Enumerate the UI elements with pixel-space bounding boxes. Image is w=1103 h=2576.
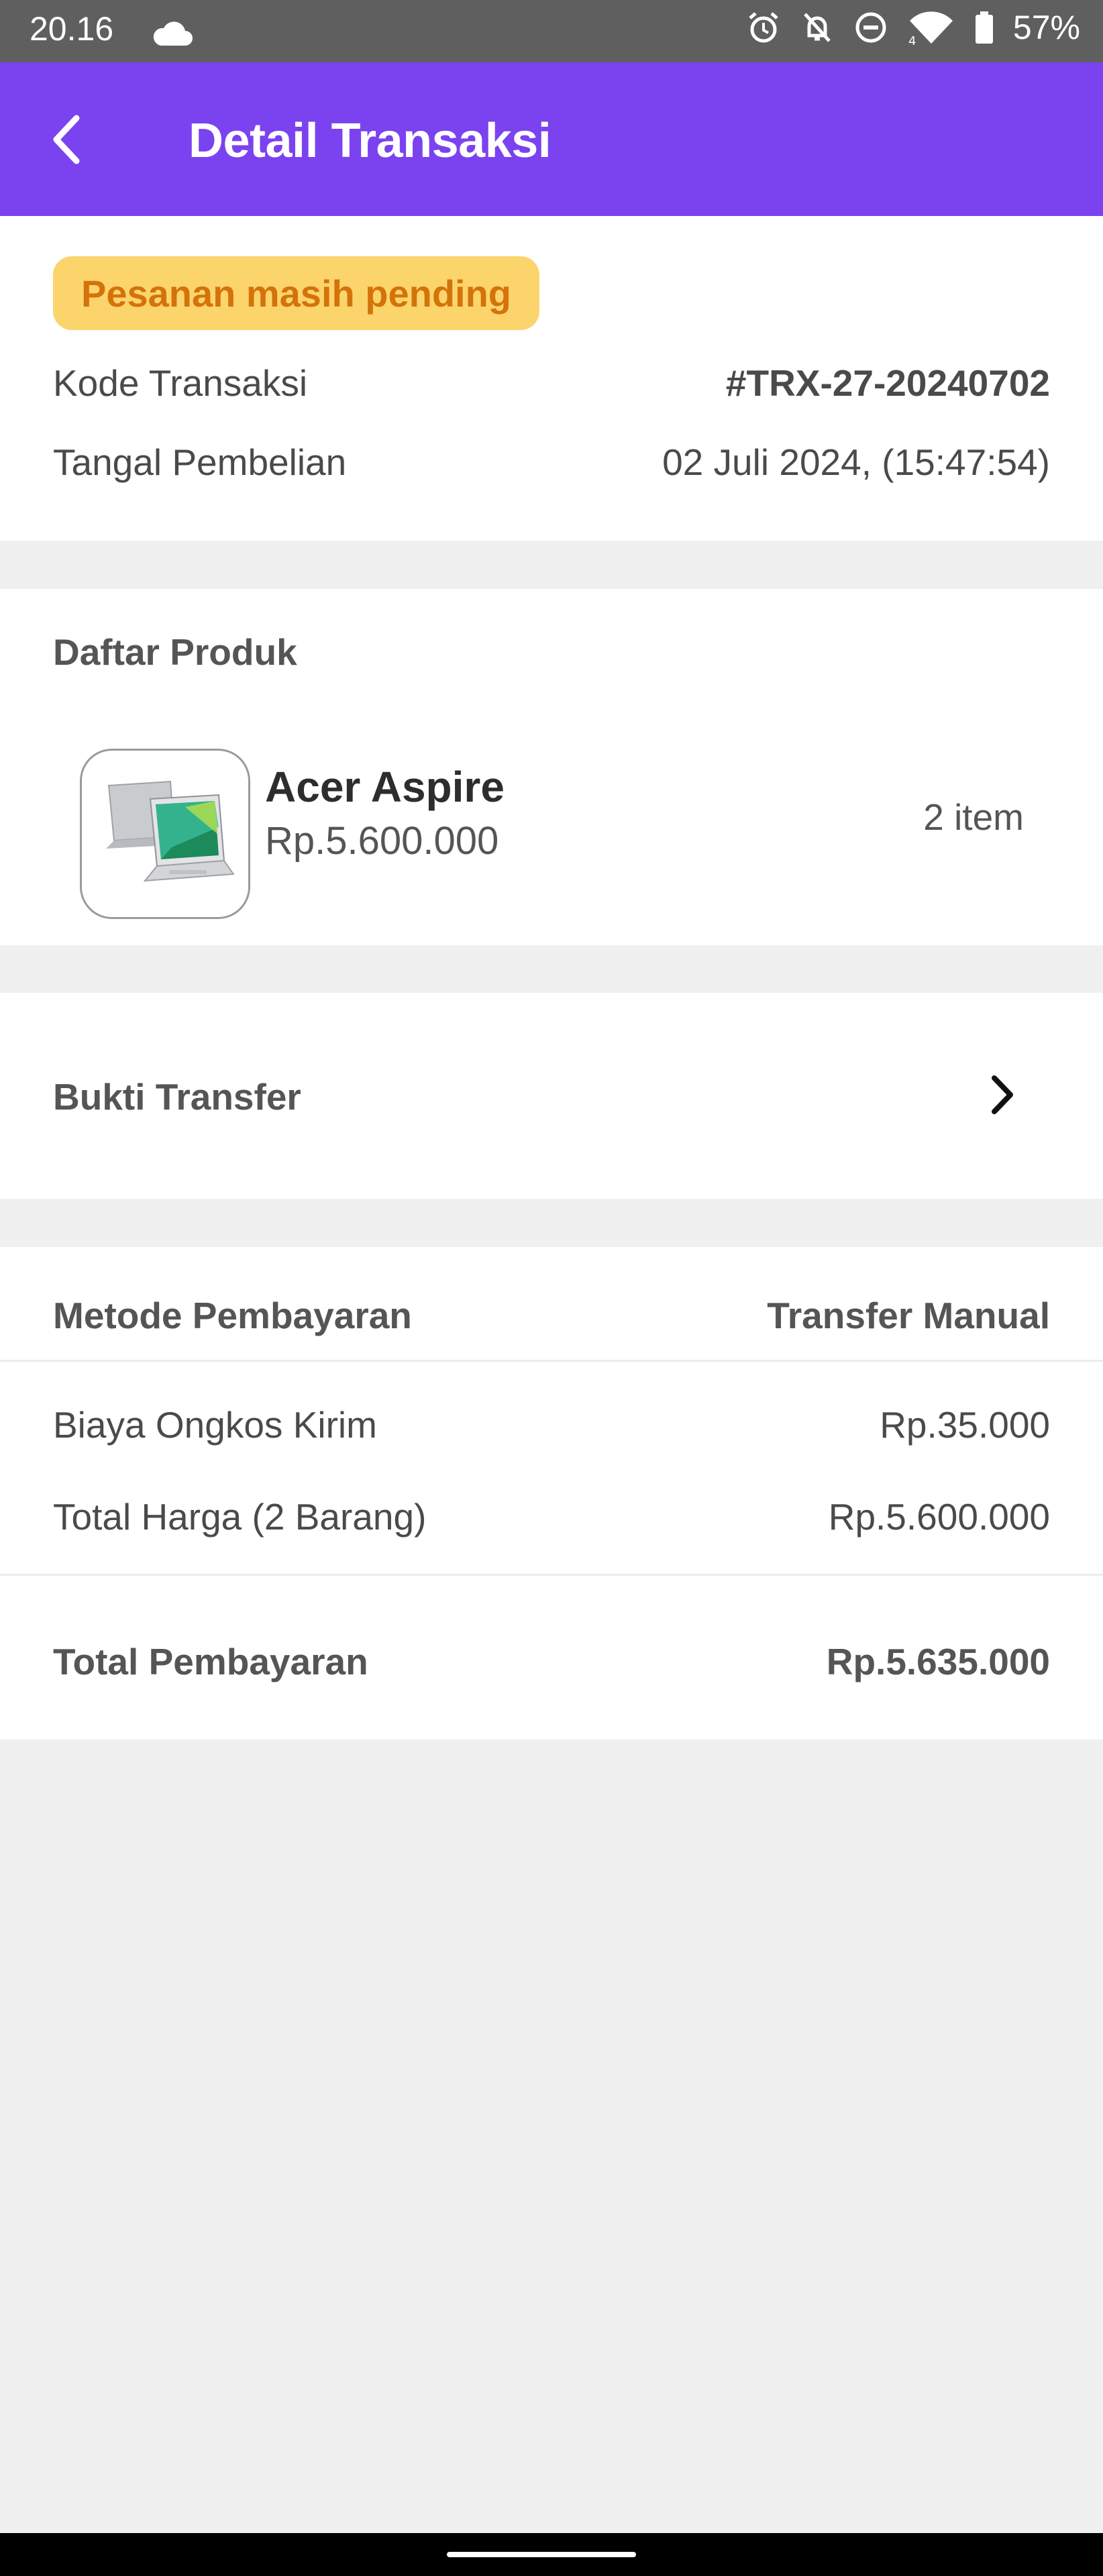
back-button[interactable] bbox=[27, 99, 107, 180]
cloud-icon bbox=[152, 16, 193, 55]
page-title: Detail Transaksi bbox=[189, 114, 552, 168]
home-indicator[interactable] bbox=[447, 2552, 636, 2557]
transfer-proof-label: Bukti Transfer bbox=[53, 1076, 301, 1118]
transfer-proof-row[interactable]: Bukti Transfer bbox=[0, 993, 1103, 1199]
product-list-title: Daftar Produk bbox=[53, 631, 297, 673]
payment-method-label: Metode Pembayaran bbox=[53, 1295, 412, 1336]
shipping-cost-label: Biaya Ongkos Kirim bbox=[53, 1404, 377, 1446]
divider bbox=[0, 1574, 1103, 1576]
product-price: Rp.5.600.000 bbox=[265, 819, 499, 863]
total-payment-value: Rp.5.635.000 bbox=[826, 1641, 1050, 1682]
payment-details-card: Metode Pembayaran Transfer Manual Biaya … bbox=[0, 1247, 1103, 1739]
product-list-card: Daftar Produk Acer Aspire Rp.5.600.000 2… bbox=[0, 589, 1103, 945]
transaction-summary-card: Pesanan masih pending Kode Transaksi #TR… bbox=[0, 216, 1103, 541]
subtotal-value: Rp.5.600.000 bbox=[828, 1496, 1050, 1538]
total-payment-label: Total Pembayaran bbox=[53, 1641, 368, 1682]
status-time: 20.16 bbox=[30, 10, 114, 48]
status-bar: 20.16 4 57% bbox=[0, 0, 1103, 62]
battery-icon bbox=[974, 10, 994, 45]
app-bar: Detail Transaksi bbox=[0, 62, 1103, 216]
subtotal-label: Total Harga (2 Barang) bbox=[53, 1496, 427, 1538]
product-quantity: 2 item bbox=[923, 796, 1024, 838]
laptop-image bbox=[106, 780, 235, 882]
payment-method-value: Transfer Manual bbox=[767, 1295, 1050, 1336]
transaction-code-label: Kode Transaksi bbox=[53, 362, 308, 404]
transaction-code-value: #TRX-27-20240702 bbox=[725, 362, 1050, 404]
status-icons: 4 57% bbox=[746, 8, 1080, 47]
purchase-date-label: Tangal Pembelian bbox=[53, 441, 347, 483]
status-badge: Pesanan masih pending bbox=[53, 256, 539, 330]
wifi-icon: 4 bbox=[907, 10, 955, 45]
battery-percentage: 57% bbox=[1012, 9, 1080, 46]
alarm-icon bbox=[746, 10, 781, 45]
purchase-date-value: 02 Juli 2024, (15:47:54) bbox=[662, 441, 1050, 483]
notifications-off-icon bbox=[800, 10, 835, 45]
shipping-cost-value: Rp.35.000 bbox=[880, 1404, 1050, 1446]
product-image[interactable] bbox=[80, 749, 250, 919]
do-not-disturb-icon bbox=[853, 10, 888, 45]
chevron-left-icon bbox=[53, 115, 80, 164]
divider bbox=[0, 1360, 1103, 1362]
product-name: Acer Aspire bbox=[265, 763, 505, 811]
svg-text:4: 4 bbox=[908, 34, 916, 45]
chevron-right-icon[interactable] bbox=[976, 1068, 1029, 1122]
